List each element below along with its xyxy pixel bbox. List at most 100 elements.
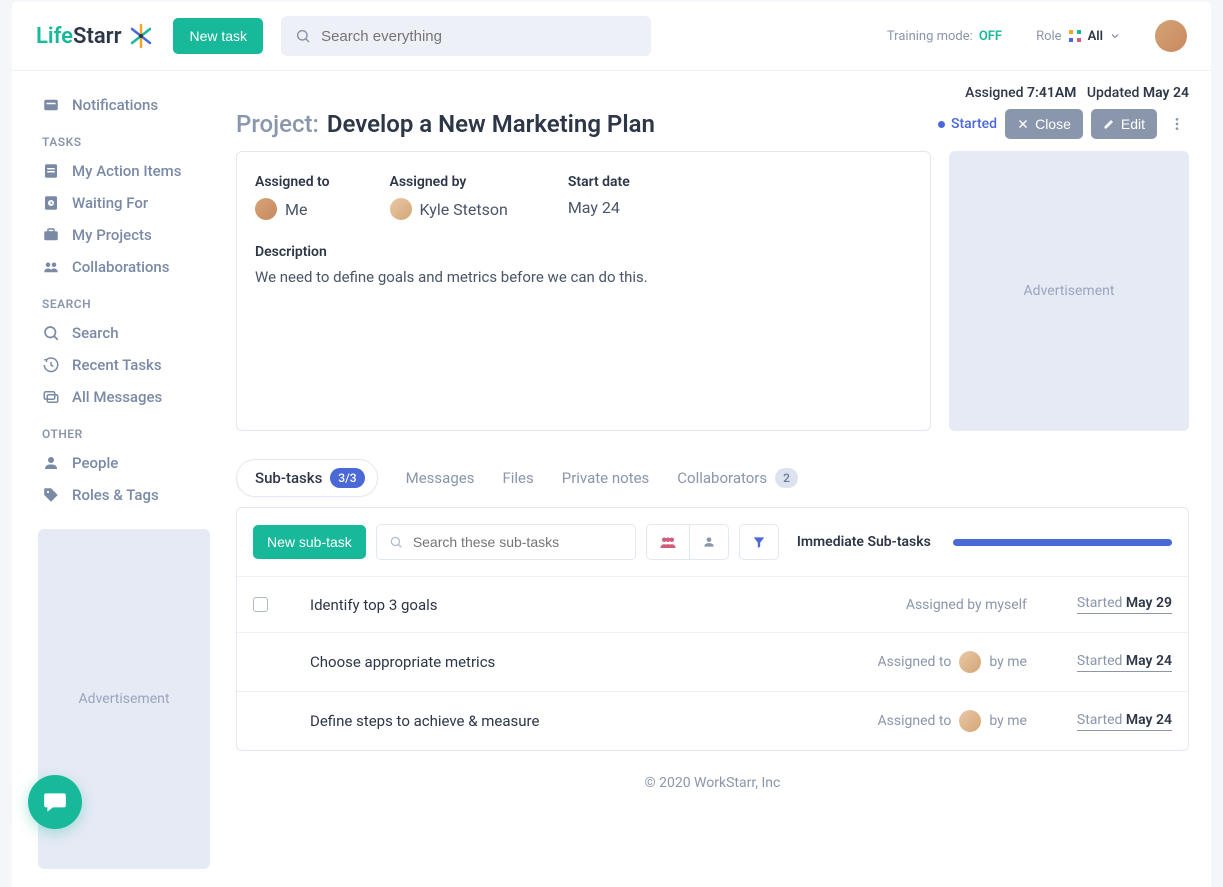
people-icon [659, 535, 677, 549]
chat-icon [42, 789, 68, 815]
filter-team-button[interactable] [646, 524, 689, 560]
people-icon [42, 258, 60, 276]
avatar [255, 198, 277, 220]
tag-icon [42, 486, 60, 504]
sidebar-item-label: Notifications [72, 96, 158, 114]
assigned-to-field: Assigned to Me [255, 174, 330, 220]
main-content: Assigned 7:41AM Updated May 24 Project: … [222, 71, 1211, 887]
sidebar-collaborations[interactable]: Collaborations [38, 251, 210, 283]
more-menu-button[interactable] [1165, 112, 1189, 136]
sidebar-recent-tasks[interactable]: Recent Tasks [38, 349, 210, 381]
task-date[interactable]: Started May 24 [1077, 653, 1172, 672]
global-search[interactable] [281, 16, 651, 56]
chevron-down-icon [1109, 30, 1121, 42]
logo-life: Life [36, 24, 73, 49]
task-assigned: Assigned by myself [906, 597, 1027, 613]
tab-private-notes[interactable]: Private notes [562, 469, 650, 487]
training-mode[interactable]: Training mode: OFF [887, 29, 1002, 44]
messages-icon [42, 388, 60, 406]
task-title: Define steps to achieve & measure [310, 712, 878, 730]
sidebar-item-label: Roles & Tags [72, 486, 159, 504]
sidebar-header-tasks: TASKS [38, 121, 210, 155]
task-row[interactable]: Define steps to achieve & measure Assign… [237, 691, 1188, 750]
start-date-field: Start date May 24 [568, 174, 630, 220]
inbox-icon [42, 96, 60, 114]
close-icon [1017, 118, 1029, 130]
person-icon [702, 535, 716, 549]
task-title: Choose appropriate metrics [310, 653, 878, 671]
task-row[interactable]: Identify top 3 goals Assigned by myself … [237, 576, 1188, 632]
chat-widget-button[interactable] [28, 775, 82, 829]
subtasks-count-badge: 3/3 [330, 468, 364, 488]
task-assigned: Assigned to by me [878, 710, 1027, 732]
training-value: OFF [979, 29, 1002, 44]
immediate-subtasks-label: Immediate Sub-tasks [797, 534, 931, 550]
history-icon [42, 356, 60, 374]
sidebar-roles-tags[interactable]: Roles & Tags [38, 479, 210, 511]
sidebar-item-label: All Messages [72, 388, 162, 406]
role-value: All [1088, 29, 1103, 44]
funnel-icon [752, 535, 766, 549]
sidebar-people[interactable]: People [38, 447, 210, 479]
search-icon [389, 535, 403, 549]
task-row[interactable]: Choose appropriate metrics Assigned to b… [237, 632, 1188, 691]
task-date[interactable]: Started May 29 [1077, 595, 1172, 614]
status-dot-icon [938, 121, 945, 128]
sparkle-icon [127, 22, 155, 50]
close-button[interactable]: Close [1005, 109, 1083, 139]
training-label: Training mode: [887, 29, 973, 44]
logo[interactable]: LifeStarr [36, 22, 155, 50]
sidebar-all-messages[interactable]: All Messages [38, 381, 210, 413]
sidebar-item-label: My Action Items [72, 162, 181, 180]
task-assigned: Assigned to by me [878, 651, 1027, 673]
collaborators-count-badge: 2 [775, 468, 798, 488]
new-subtask-button[interactable]: New sub-task [253, 525, 366, 559]
avatar [959, 710, 981, 732]
search-input[interactable] [321, 28, 637, 45]
side-ad: Advertisement [949, 151, 1189, 431]
filter-button[interactable] [739, 524, 779, 560]
sidebar-search[interactable]: Search [38, 317, 210, 349]
project-details-card: Assigned to Me Assigned by Kyle Stetson [236, 151, 931, 431]
sidebar-item-label: Search [72, 324, 119, 342]
more-vertical-icon [1169, 116, 1185, 132]
pencil-icon [1103, 118, 1115, 130]
title-prefix: Project: [236, 110, 319, 138]
role-label: Role [1036, 29, 1061, 44]
sidebar-item-label: Collaborations [72, 258, 170, 276]
sidebar-header-search: SEARCH [38, 283, 210, 317]
page-title: Project: Develop a New Marketing Plan [236, 110, 655, 138]
task-checkbox[interactable] [253, 597, 268, 612]
assigned-by-field: Assigned by Kyle Stetson [390, 174, 508, 220]
task-date[interactable]: Started May 24 [1077, 712, 1172, 731]
sidebar-my-projects[interactable]: My Projects [38, 219, 210, 251]
sidebar-action-items[interactable]: My Action Items [38, 155, 210, 187]
subtask-search[interactable] [376, 524, 636, 560]
status-badge: Started [938, 116, 997, 132]
sidebar-notifications[interactable]: Notifications [38, 89, 210, 121]
logo-starr: Starr [73, 24, 121, 49]
user-avatar[interactable] [1155, 20, 1187, 52]
new-task-button[interactable]: New task [173, 18, 263, 54]
edit-button[interactable]: Edit [1091, 109, 1157, 139]
subtask-search-input[interactable] [413, 534, 623, 550]
filter-person-button[interactable] [689, 524, 729, 560]
meta-info: Assigned 7:41AM Updated May 24 [236, 85, 1189, 101]
sidebar-header-other: OTHER [38, 413, 210, 447]
tab-files[interactable]: Files [502, 469, 533, 487]
sidebar: Notifications TASKS My Action Items Wait… [12, 71, 222, 887]
clock-icon [42, 194, 60, 212]
tabs: Sub-tasks 3/3 Messages Files Private not… [236, 459, 1189, 497]
role-selector[interactable]: Role All [1036, 29, 1121, 44]
title-name: Develop a New Marketing Plan [327, 110, 655, 138]
briefcase-icon [42, 226, 60, 244]
avatar [390, 198, 412, 220]
tab-messages[interactable]: Messages [406, 469, 475, 487]
sidebar-item-label: My Projects [72, 226, 152, 244]
sidebar-waiting-for[interactable]: Waiting For [38, 187, 210, 219]
search-icon [295, 28, 311, 44]
tab-subtasks[interactable]: Sub-tasks 3/3 [236, 459, 378, 497]
sidebar-item-label: Recent Tasks [72, 356, 162, 374]
tab-collaborators[interactable]: Collaborators 2 [677, 468, 798, 488]
document-icon [42, 162, 60, 180]
